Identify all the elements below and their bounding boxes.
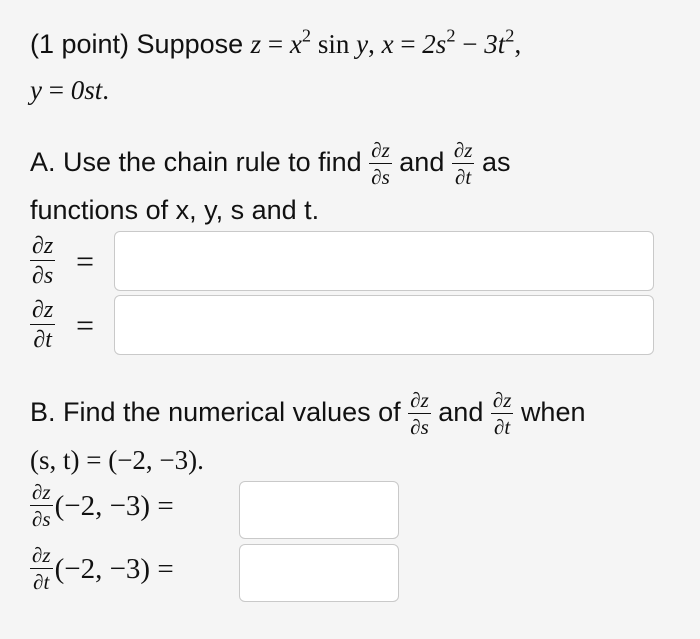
dz-ds-fraction: ∂z ∂s [369,138,392,189]
dz-dt-value-input[interactable] [239,544,399,602]
dz-dt-label: ∂z ∂t [30,297,56,353]
dz-dt-fraction: ∂z ∂t [451,138,475,189]
dz-ds-fraction: ∂z ∂s [408,388,431,439]
dz-ds-value-input[interactable] [239,481,399,539]
problem-statement-line1: (1 point) Suppose z = x2 sin y, x = 2s2 … [30,25,522,59]
dz-dt-answer-input[interactable] [114,295,654,355]
dz-dt-eval-label: ∂z ∂t (−2, −3) = [30,543,174,594]
dz-ds-label: ∂z ∂s [30,233,56,289]
part-a-instructions-line2: functions of x, y, s and t. [30,195,320,225]
evaluation-point: (s, t) = (−2, −3). [30,445,204,475]
equals-sign: = [76,243,95,279]
problem-statement-line2: y = 0st. [30,75,109,105]
part-a-instructions: A. Use the chain rule to find ∂z ∂s and … [30,138,511,189]
dz-ds-eval-label: ∂z ∂s (−2, −3) = [30,480,174,531]
equals-sign: = [76,307,95,343]
part-b-instructions: B. Find the numerical values of ∂z ∂s an… [30,388,586,439]
dz-dt-fraction: ∂z ∂t [490,388,514,439]
points-label: (1 point) Suppose [30,29,244,59]
dz-ds-answer-input[interactable] [114,231,654,291]
